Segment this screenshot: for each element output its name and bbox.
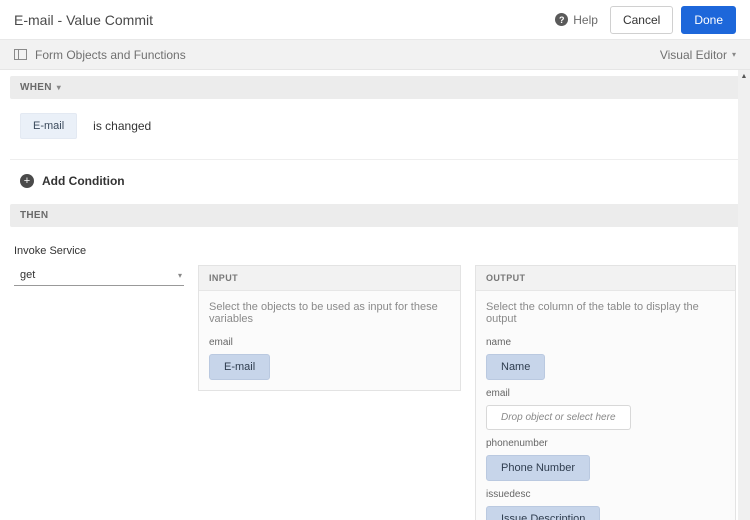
output-field-label: phonenumber xyxy=(486,438,725,449)
main-scrollbar[interactable]: ▲ xyxy=(738,70,750,520)
input-field-label: email xyxy=(209,337,450,348)
output-field-label: name xyxy=(486,337,725,348)
output-panel-head: OUTPUT xyxy=(476,266,735,291)
done-button[interactable]: Done xyxy=(681,6,736,34)
input-panel-head: INPUT xyxy=(199,266,460,291)
topbar-actions: ? Help Cancel Done xyxy=(555,6,736,34)
output-hint: Select the column of the table to displa… xyxy=(486,301,725,325)
when-field-chip[interactable]: E-mail xyxy=(20,113,77,139)
help-link[interactable]: ? Help xyxy=(555,13,598,27)
output-field-label: issuedesc xyxy=(486,489,725,500)
action-type-label: Invoke Service xyxy=(10,227,740,265)
invoke-service-config: get ▾ INPUT Select the objects to be use… xyxy=(10,265,740,520)
then-section-head: THEN xyxy=(10,204,740,227)
output-panel: OUTPUT Select the column of the table to… xyxy=(475,265,736,520)
input-hint: Select the objects to be used as input f… xyxy=(209,301,450,325)
cancel-button[interactable]: Cancel xyxy=(610,6,673,34)
then-head-label: THEN xyxy=(20,210,48,221)
output-field-value[interactable]: Name xyxy=(486,354,545,380)
help-icon: ? xyxy=(555,13,568,26)
input-panel: INPUT Select the objects to be used as i… xyxy=(198,265,461,391)
plus-icon: + xyxy=(20,174,34,188)
rule-editor: WHEN ▾ E-mail is changed + Add Condition… xyxy=(0,70,750,520)
chevron-down-icon: ▾ xyxy=(732,50,736,59)
topbar: E-mail - Value Commit ? Help Cancel Done xyxy=(0,0,750,40)
scroll-up-icon: ▲ xyxy=(738,70,750,82)
form-objects-toggle[interactable]: Form Objects and Functions xyxy=(14,48,186,62)
visual-editor-dropdown[interactable]: Visual Editor ▾ xyxy=(660,48,736,62)
output-field-value[interactable]: Issue Description xyxy=(486,506,600,520)
add-condition-label: Add Condition xyxy=(42,174,125,188)
form-objects-label: Form Objects and Functions xyxy=(35,48,186,62)
page-title: E-mail - Value Commit xyxy=(14,12,153,28)
visual-editor-label: Visual Editor xyxy=(660,48,727,62)
panel-icon xyxy=(14,49,27,60)
add-condition-button[interactable]: + Add Condition xyxy=(10,160,740,202)
output-field-value[interactable]: Phone Number xyxy=(486,455,590,481)
main: WHEN ▾ E-mail is changed + Add Condition… xyxy=(0,70,750,520)
output-panel-wrap: OUTPUT Select the column of the table to… xyxy=(475,265,736,520)
subbar: Form Objects and Functions Visual Editor… xyxy=(0,40,750,70)
service-select[interactable]: get ▾ xyxy=(14,265,184,286)
service-select-value: get xyxy=(20,269,35,281)
when-predicate[interactable]: is changed xyxy=(93,119,151,133)
chevron-down-icon: ▾ xyxy=(57,83,61,92)
output-field-dropzone[interactable]: Drop object or select here xyxy=(486,405,631,430)
when-head-label: WHEN xyxy=(20,82,52,93)
when-expression: E-mail is changed xyxy=(10,99,740,160)
when-section-head[interactable]: WHEN ▾ xyxy=(10,76,740,99)
input-field-value[interactable]: E-mail xyxy=(209,354,270,380)
output-field-label: email xyxy=(486,388,725,399)
chevron-down-icon: ▾ xyxy=(178,271,182,280)
help-label: Help xyxy=(573,13,598,27)
